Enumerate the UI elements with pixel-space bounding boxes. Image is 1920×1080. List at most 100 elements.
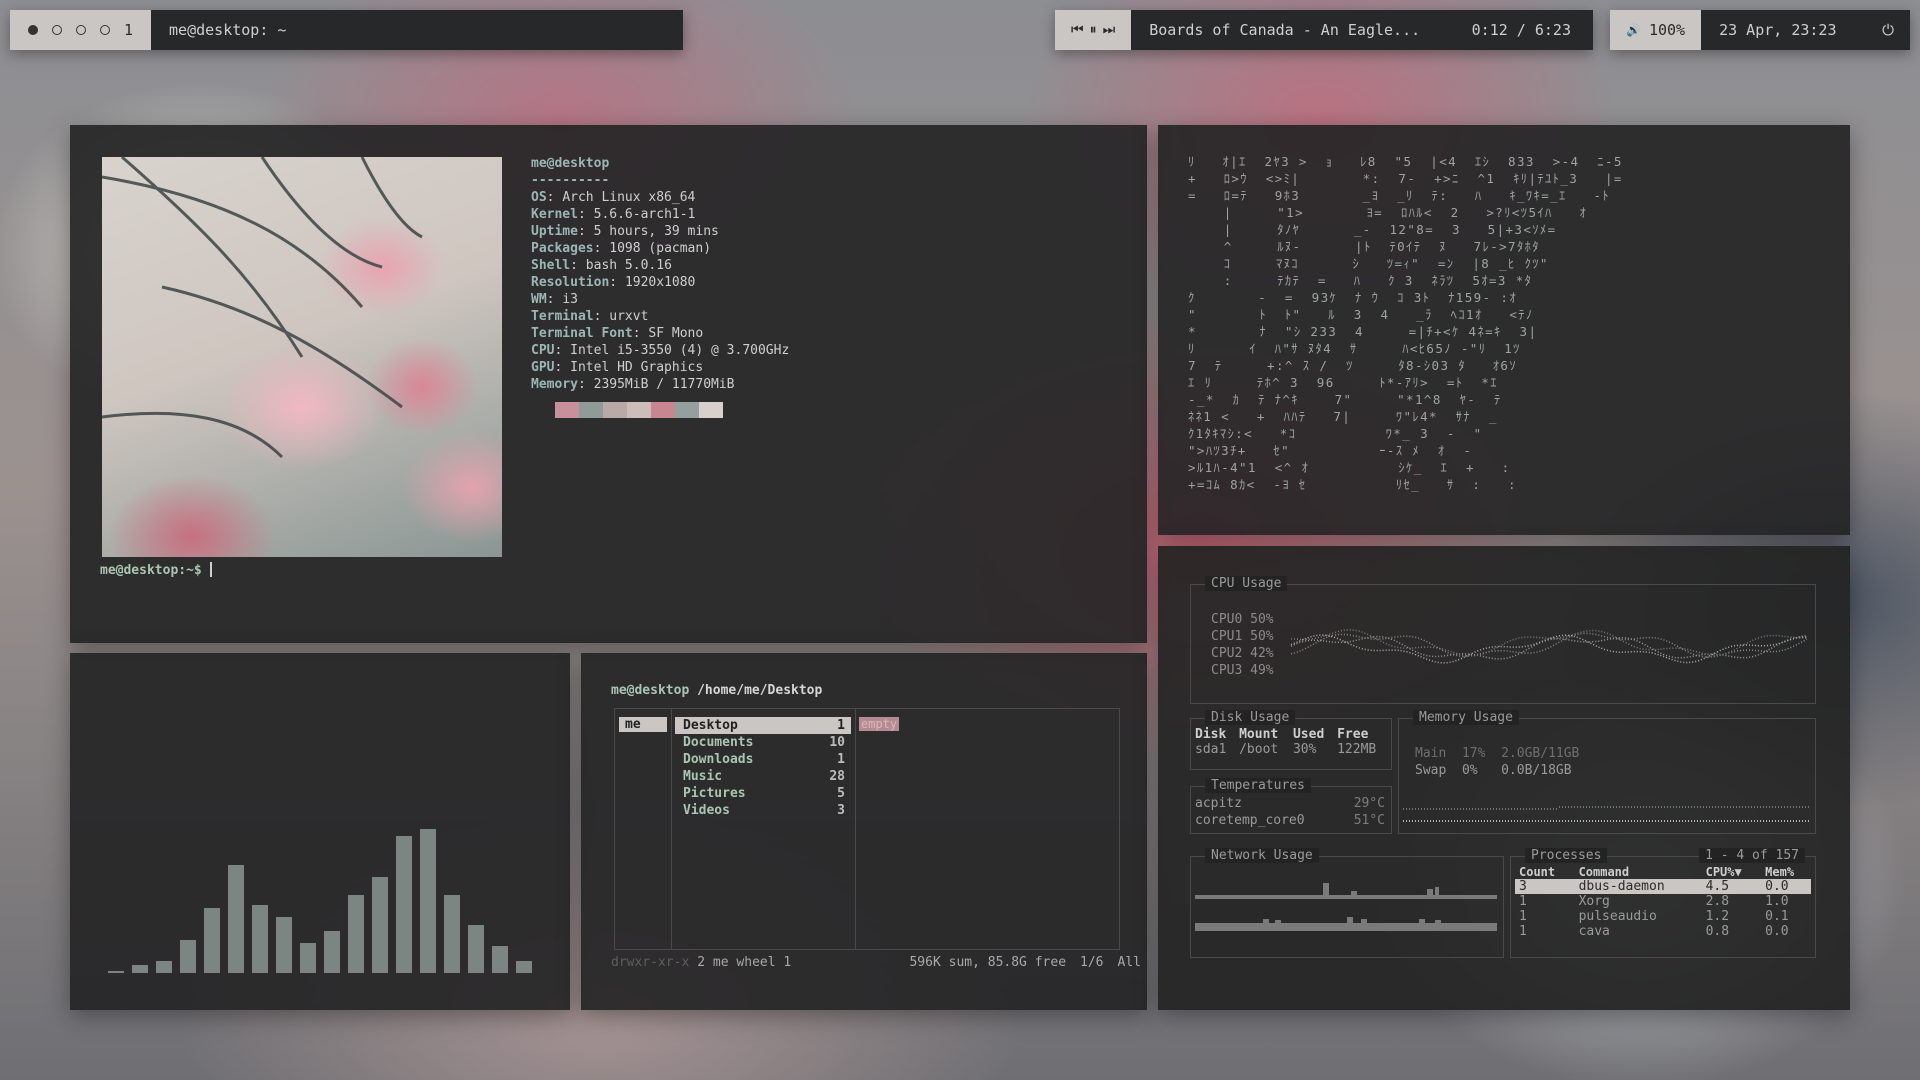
info-value: 1098 (pacman) <box>609 241 712 256</box>
owner-info: 2 me wheel 1 <box>697 955 792 970</box>
info-colon: : <box>554 343 571 358</box>
matrix-terminal[interactable]: ﾘ ｵ|ｴ 2ﾔ3 > ｮ ﾚ8 "5 |<4 ｴｼ 833 >-4 ﾆ-5 +… <box>1158 125 1850 535</box>
info-row: Terminal Font: SF Mono <box>531 325 789 342</box>
visualizer-bar <box>228 865 244 973</box>
dir-entry[interactable]: Documents 10 <box>675 734 851 751</box>
disk-usage-box: Disk Usage Disk Mount Used Free sda1/boot 30%… <box>1190 710 1392 770</box>
info-value: urxvt <box>609 309 649 324</box>
previous-track-icon[interactable]: ⏮ <box>1071 22 1084 38</box>
visualizer-bar <box>444 895 460 973</box>
info-row: Kernel: 5.6.6-arch1-1 <box>531 206 789 223</box>
palette-swatch <box>651 402 675 418</box>
workspace-number[interactable]: 1 <box>124 21 133 39</box>
process-cell: dbus-daemon <box>1578 879 1665 894</box>
info-value: 5.6.6-arch1-1 <box>593 207 696 222</box>
visualizer-bar <box>324 931 340 973</box>
cpu-core-line <box>1290 634 1808 664</box>
media-controls: ⏮ ⏸ ⏭ <box>1055 10 1132 50</box>
pause-icon[interactable]: ⏸ <box>1090 22 1097 38</box>
disk-header-cell: Used <box>1292 727 1325 742</box>
next-track-icon[interactable]: ⏭ <box>1103 22 1116 38</box>
process-row[interactable]: 1 cava 0.8 0.0 <box>1515 924 1811 939</box>
volume-level: 100% <box>1648 21 1686 39</box>
palette-swatch <box>603 402 627 418</box>
info-value: 5 hours, 39 mins <box>593 224 719 239</box>
filled-circle-icon[interactable] <box>28 25 38 35</box>
info-row: WM: i3 <box>531 291 789 308</box>
info-value: Intel i5-3550 (4) @ 3.700GHz <box>570 343 790 358</box>
dir-entry[interactable]: Videos 3 <box>675 802 851 819</box>
info-key: WM <box>531 292 547 307</box>
visualizer-bar <box>132 965 148 973</box>
palette-swatch <box>627 402 651 418</box>
temperature-list: acpitz 29°C coretemp_core0 51°C <box>1195 795 1385 829</box>
neofetch-image <box>102 157 502 557</box>
temperature-row: acpitz 29°C <box>1195 795 1385 812</box>
color-palette <box>555 402 789 418</box>
file-manager[interactable]: me@desktop /home/me/Desktop me Desktop 1 D… <box>581 653 1147 1010</box>
dir-count: 5 <box>837 786 845 801</box>
disk-usage-title: Disk Usage <box>1205 710 1296 725</box>
info-row: Packages: 1098 (pacman) <box>531 240 789 257</box>
dir-name: Pictures <box>683 786 746 801</box>
path-dir: /home/me/Desktop <box>697 683 823 698</box>
parent-dir[interactable]: me <box>619 717 667 732</box>
dir-count: 1 <box>837 752 845 767</box>
visualizer-bar <box>348 895 364 973</box>
empty-circle-icon[interactable] <box>76 25 86 35</box>
neofetch-terminal[interactable]: me@desktop ---------- OS: Arch Linux x86… <box>70 125 1147 643</box>
process-cell: 4.5 <box>1705 879 1730 894</box>
workspace-switcher: 1 <box>10 10 152 50</box>
process-header-cell[interactable]: Command <box>1575 865 1702 879</box>
ranger-path: me@desktop /home/me/Desktop <box>611 683 822 698</box>
process-cell: 1.2 <box>1705 909 1730 924</box>
clock: 23 Apr, 23:23 ⏻ <box>1701 10 1910 50</box>
empty-circle-icon[interactable] <box>52 25 62 35</box>
cursor <box>209 562 212 577</box>
network-usage-box: Network Usage <box>1190 848 1504 958</box>
ranger-status: drwxr-xr-x 2 me wheel 1 596K sum, 85.8G … <box>611 955 1141 970</box>
visualizer-bars <box>108 829 532 973</box>
now-playing: Boards of Canada - An Eagle... 0:12 / 6:… <box>1131 10 1593 50</box>
info-row: GPU: Intel HD Graphics <box>531 359 789 376</box>
cpu-core-line <box>1290 635 1808 660</box>
info-colon: : <box>546 292 563 307</box>
empty-circle-icon[interactable] <box>100 25 110 35</box>
visualizer-bar <box>156 961 172 973</box>
visualizer-bar <box>276 917 292 973</box>
dir-entry[interactable]: Music 28 <box>675 768 851 785</box>
process-header-cell[interactable]: Mem% <box>1761 865 1811 879</box>
dir-name: Documents <box>683 735 754 750</box>
dir-name: Desktop <box>683 718 738 733</box>
process-header-cell: Count <box>1519 865 1556 879</box>
power-icon[interactable]: ⏻ <box>1882 21 1894 39</box>
disk-summary: 596K sum, 85.8G free <box>909 955 1067 970</box>
volume-widget[interactable]: 🔊 100% <box>1610 10 1702 50</box>
process-cell: 1 <box>1519 894 1527 909</box>
shell-prompt[interactable]: me@desktop:~$ <box>100 562 212 578</box>
visualizer-bar <box>252 905 268 973</box>
process-cell: 1 <box>1519 924 1527 939</box>
info-colon: : <box>577 224 594 239</box>
dir-entry[interactable]: Pictures 5 <box>675 785 851 802</box>
disk-header-cell: Mount <box>1239 727 1279 742</box>
disk-header-cell: Free <box>1337 727 1369 742</box>
info-key: Packages <box>531 241 594 256</box>
system-monitor[interactable]: CPU Usage CPU0 50% CPU1 50% CPU2 42% CPU3 4… <box>1158 546 1850 1010</box>
disk-row: sda1/boot 30% 122MB <box>1193 742 1389 757</box>
process-row[interactable]: 1 pulseaudio 1.2 0.1 <box>1515 909 1811 924</box>
dir-entry[interactable]: Downloads 1 <box>675 751 851 768</box>
process-row[interactable]: 1 Xorg 2.8 1.0 <box>1515 894 1811 909</box>
dir-count: 3 <box>837 803 845 818</box>
process-header-cell[interactable]: CPU%▼ <box>1702 865 1762 879</box>
dir-entry[interactable]: Desktop 1 <box>675 717 851 734</box>
path-user: me@desktop <box>611 683 690 698</box>
list-position: 1/6 <box>1080 955 1104 970</box>
info-colon: : <box>570 258 586 273</box>
media-bar: ⏮ ⏸ ⏭ Boards of Canada - An Eagle... 0:1… <box>1055 10 1593 50</box>
flower-stems <box>102 157 423 459</box>
palette-swatch <box>579 402 603 418</box>
info-key: CPU <box>531 343 555 358</box>
dir-name: Videos <box>683 803 730 818</box>
process-row[interactable]: 3 dbus-daemon 4.5 0.0 <box>1515 879 1811 894</box>
